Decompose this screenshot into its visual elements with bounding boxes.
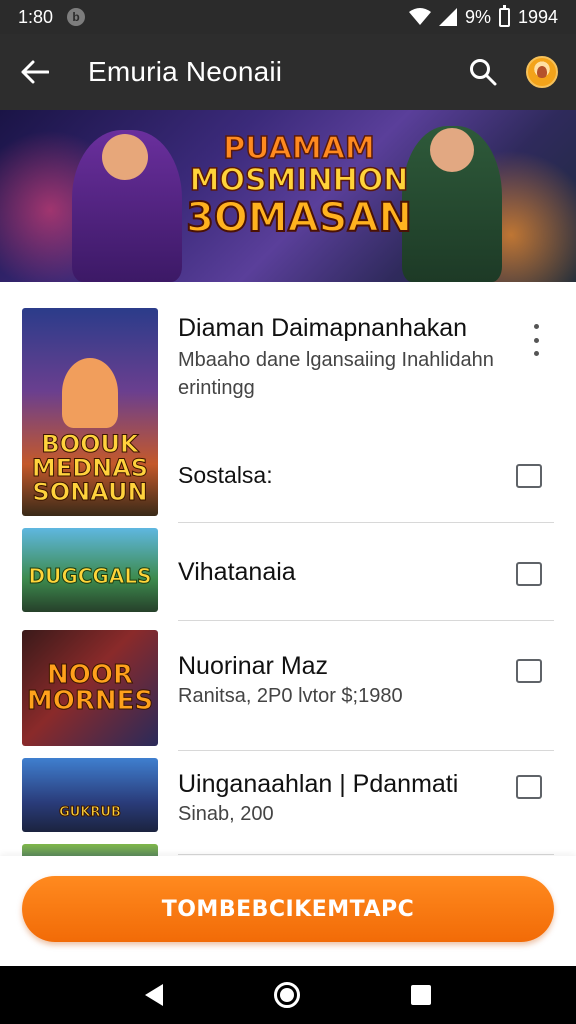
list-item-title[interactable]: Uinganaahlan | Pdanmati: [178, 770, 458, 799]
list-item-subtitle: Mbaaho dane lgansaiing Inahlidahn erinti…: [178, 349, 494, 399]
app-bar: Emuria Neonaii: [0, 34, 576, 110]
list-item-subtitle: Ranitsa, 2P0 lvtor $;1980: [178, 685, 403, 707]
app-actions: [466, 55, 558, 89]
status-bar: 1:80 b 9% 1994: [0, 0, 576, 34]
item-checkbox[interactable]: [516, 775, 542, 799]
list-item-label: Sostalsa:: [178, 462, 273, 488]
list-item-title[interactable]: Diaman Daimapnanhakan: [178, 314, 467, 343]
game-thumbnail[interactable]: NOOR MORNES: [22, 630, 158, 746]
game-thumbnail[interactable]: GUKRUB: [22, 758, 158, 832]
primary-action-button[interactable]: TOMBEBCIKEMTAPC: [22, 876, 554, 942]
action-area: TOMBEBCIKEMTAPC: [0, 856, 576, 966]
divider: [178, 620, 554, 621]
avatar[interactable]: [526, 56, 558, 88]
banner-title-line2: MOSMINHON: [189, 163, 409, 198]
battery-icon: [498, 4, 510, 27]
list-item-title[interactable]: Nuorinar Maz: [178, 652, 328, 681]
divider: [178, 750, 554, 751]
thumbnail-caption: NOOR MORNES: [26, 660, 154, 716]
more-options-icon[interactable]: [526, 322, 546, 358]
thumbnail-caption: GUKRUB: [59, 805, 122, 820]
search-icon[interactable]: [466, 55, 500, 89]
nav-back-icon[interactable]: [145, 984, 164, 1006]
item-checkbox[interactable]: [516, 659, 542, 683]
thumbnail-character: [62, 358, 118, 428]
wifi-icon: [408, 8, 431, 25]
banner-title-line3: 3OMASAN: [185, 195, 413, 241]
promo-banner[interactable]: PUAMAM MOSMINHON 3OMASAN: [0, 110, 576, 282]
app-title: Emuria Neonaii: [88, 56, 283, 87]
status-time: 1:80: [18, 6, 54, 27]
item-checkbox[interactable]: [516, 464, 542, 488]
signal-icon: [438, 8, 457, 26]
list-item-title[interactable]: Vihatanaia: [178, 558, 296, 587]
banner-title: PUAMAM MOSMINHON 3OMASAN: [184, 131, 414, 241]
back-arrow-icon[interactable]: [18, 55, 52, 89]
game-thumbnail[interactable]: [22, 844, 158, 856]
banner-title-line1: PUAMAM: [222, 131, 375, 166]
game-thumbnail[interactable]: DUGCGALS: [22, 528, 158, 612]
battery-percent: 9%: [464, 6, 491, 27]
thumbnail-caption: BOOUK MEDNAS SONAUN: [31, 430, 149, 506]
banner-hero-right: [402, 126, 502, 282]
game-list: BOOUK MEDNAS SONAUN Diaman Daimapnanhaka…: [0, 282, 576, 856]
nav-home-icon[interactable]: [273, 982, 300, 1008]
item-checkbox[interactable]: [516, 562, 542, 586]
system-nav-bar: [0, 966, 576, 1024]
list-item-subtitle: Sinab, 200: [178, 803, 274, 825]
divider: [178, 854, 554, 855]
thumbnail-caption: DUGCGALS: [28, 564, 152, 588]
status-icons: 9% 1994: [408, 4, 558, 28]
status-right-time: 1994: [517, 6, 558, 27]
nav-recents-icon[interactable]: [410, 985, 431, 1005]
banner-hero-left: [72, 130, 182, 282]
notification-icon: b: [67, 8, 86, 26]
divider: [178, 522, 554, 523]
game-thumbnail[interactable]: BOOUK MEDNAS SONAUN: [22, 308, 158, 516]
